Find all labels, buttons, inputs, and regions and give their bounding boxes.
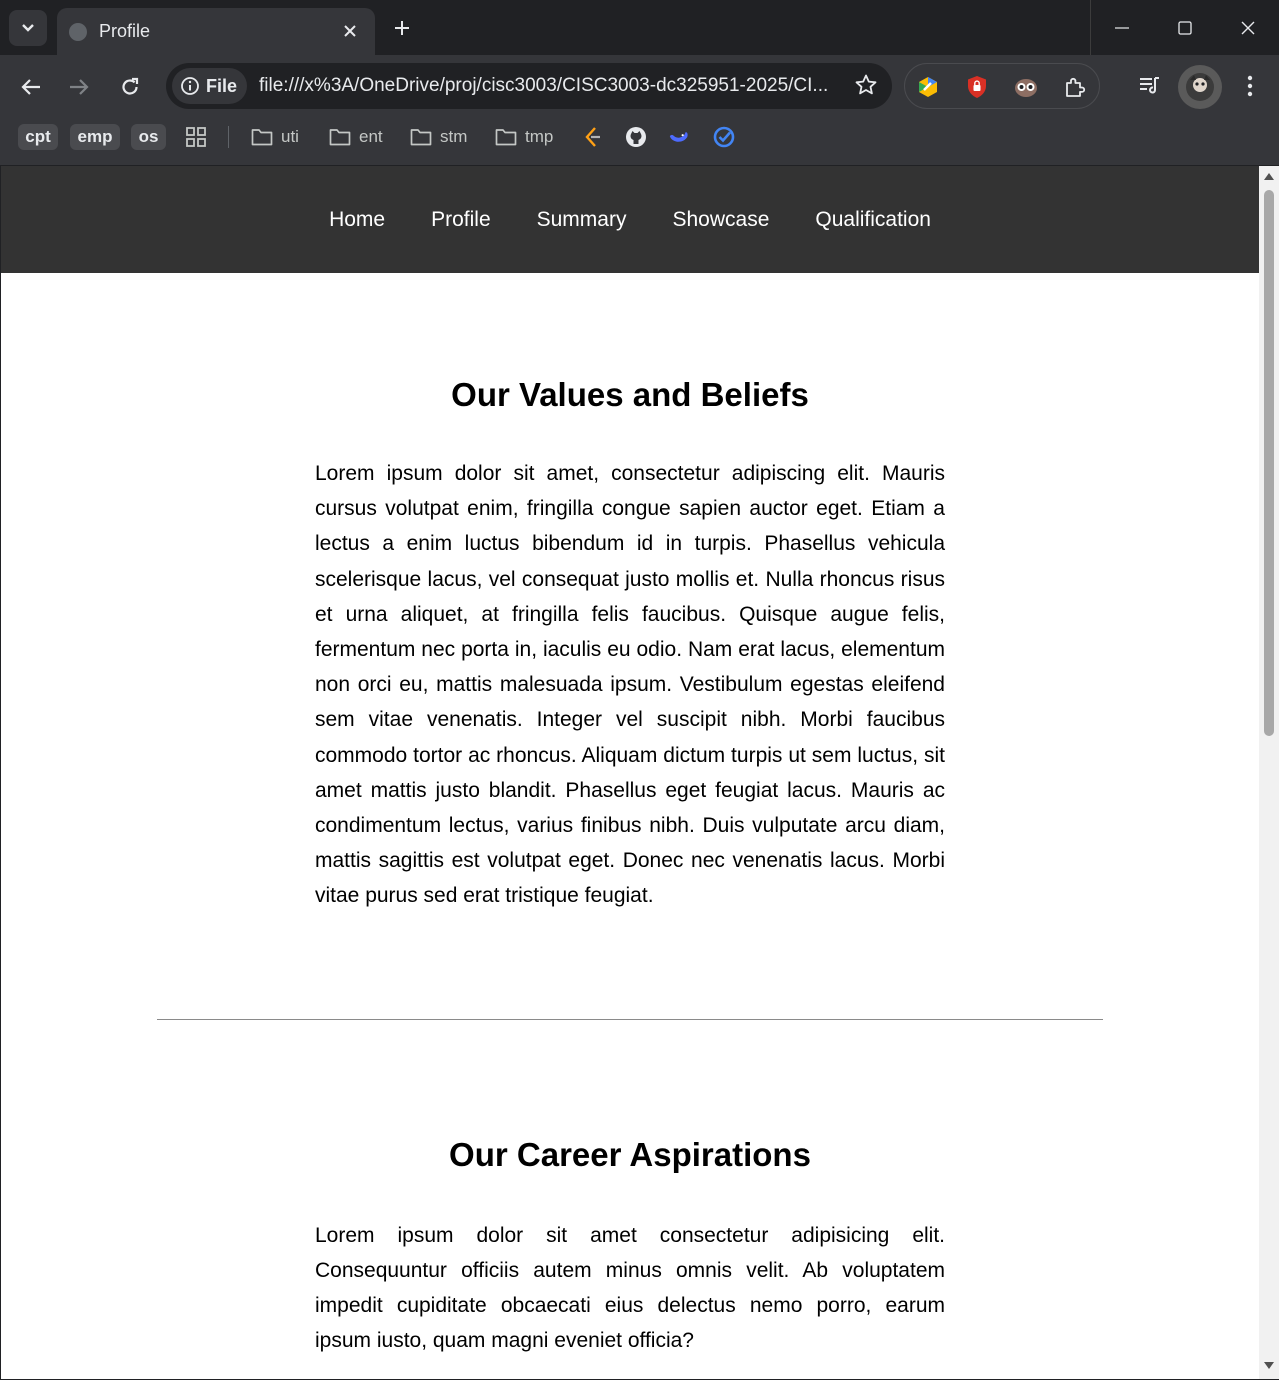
plus-icon xyxy=(395,21,409,35)
bookmark-os[interactable]: os xyxy=(131,124,166,150)
chevron-down-icon xyxy=(22,24,34,32)
extensions-group xyxy=(904,63,1100,109)
scroll-up-arrow-icon[interactable] xyxy=(1263,171,1275,181)
nav-link-qualification[interactable]: Qualification xyxy=(815,208,931,232)
scroll-down-arrow-icon[interactable] xyxy=(1263,1361,1275,1371)
new-tab-button[interactable] xyxy=(385,12,419,44)
back-button[interactable] xyxy=(12,68,50,106)
shield-extension-icon[interactable] xyxy=(965,75,989,99)
bookmarks-separator xyxy=(228,126,229,148)
tab-close-button[interactable] xyxy=(337,18,363,44)
folder-icon xyxy=(410,129,432,146)
arrow-left-icon xyxy=(21,79,40,95)
deepseek-bookmark-icon[interactable] xyxy=(668,126,690,148)
values-section: Our Values and Beliefs Lorem ipsum dolor… xyxy=(315,273,945,914)
window-close-button[interactable] xyxy=(1216,0,1279,55)
forward-button[interactable] xyxy=(60,68,98,106)
media-controls-icon[interactable] xyxy=(1138,74,1162,98)
nav-link-summary[interactable]: Summary xyxy=(537,208,627,232)
page-scrollbar[interactable] xyxy=(1259,166,1279,1380)
address-bar[interactable]: File file:///x%3A/OneDrive/proj/cisc3003… xyxy=(166,63,892,109)
bookmark-folder-label: stm xyxy=(440,127,468,146)
info-icon xyxy=(181,77,199,95)
arrow-right-icon xyxy=(70,79,89,95)
bookmark-folder-ent[interactable]: ent xyxy=(329,124,383,150)
tab-title: Profile xyxy=(99,21,151,41)
close-icon xyxy=(1241,21,1254,34)
bookmark-folder-tmp[interactable]: tmp xyxy=(495,124,553,150)
section-heading: Our Career Aspirations xyxy=(449,1135,811,1173)
minimize-icon xyxy=(1115,26,1129,29)
reload-icon xyxy=(122,77,139,95)
bookmark-cpt[interactable]: cpt xyxy=(18,124,58,150)
nav-link-home[interactable]: Home xyxy=(329,208,385,232)
apps-grid-icon[interactable] xyxy=(185,126,207,148)
maximize-icon xyxy=(1177,20,1192,35)
browser-title-bar: Profile xyxy=(0,0,1279,55)
section-heading: Our Values and Beliefs xyxy=(451,376,809,413)
tab-search-button[interactable] xyxy=(9,10,47,46)
nav-link-profile[interactable]: Profile xyxy=(431,208,491,232)
section-paragraph: Lorem ipsum dolor sit amet consectetur a… xyxy=(315,1223,945,1353)
page-viewport: Home Profile Summary Showcase Qualificat… xyxy=(1,166,1259,1379)
folder-icon xyxy=(495,129,517,146)
browser-toolbar: File file:///x%3A/OneDrive/proj/cisc3003… xyxy=(0,55,1279,118)
bookmark-folder-stm[interactable]: stm xyxy=(410,124,467,150)
globe-icon xyxy=(69,22,87,41)
scrollbar-thumb[interactable] xyxy=(1264,190,1274,736)
leetcode-bookmark-icon[interactable] xyxy=(582,126,604,148)
owl-extension-icon[interactable] xyxy=(1014,75,1038,99)
avatar xyxy=(1186,73,1214,101)
bookmark-folder-label: tmp xyxy=(525,127,554,146)
bookmarks-bar: cpt emp os uti ent stm tmp xyxy=(0,118,1279,165)
section-paragraph: Lorem ipsum dolor sit amet, consectetur … xyxy=(315,462,945,908)
bookmark-folder-label: ent xyxy=(359,127,383,146)
github-bookmark-icon[interactable] xyxy=(625,126,647,148)
minimize-button[interactable] xyxy=(1090,0,1153,55)
nav-link-showcase[interactable]: Showcase xyxy=(672,208,769,232)
browser-tab-profile[interactable]: Profile xyxy=(57,8,375,55)
site-info-label: File xyxy=(206,75,238,96)
site-navigation: Home Profile Summary Showcase Qualificat… xyxy=(1,166,1259,273)
maximize-button[interactable] xyxy=(1153,0,1216,55)
profile-avatar-button[interactable] xyxy=(1178,65,1222,109)
reload-button[interactable] xyxy=(111,68,149,106)
career-section: Our Career Aspirations Lorem ipsum dolor… xyxy=(315,1020,945,1359)
close-icon xyxy=(344,25,356,37)
bookmark-folder-uti[interactable]: uti xyxy=(251,124,299,150)
bookmark-emp[interactable]: emp xyxy=(70,124,120,150)
folder-icon xyxy=(329,129,351,146)
check-badge-bookmark-icon[interactable] xyxy=(713,126,735,148)
color-picker-extension-icon[interactable] xyxy=(916,75,940,99)
star-icon xyxy=(855,74,877,95)
folder-icon xyxy=(251,129,273,146)
menu-kebab-icon[interactable] xyxy=(1238,74,1262,98)
extensions-puzzle-icon[interactable] xyxy=(1063,75,1087,99)
site-info-chip[interactable]: File xyxy=(172,68,248,104)
url-text[interactable]: file:///x%3A/OneDrive/proj/cisc3003/CISC… xyxy=(259,75,839,97)
bookmark-folder-label: uti xyxy=(281,127,299,146)
bookmark-star-button[interactable] xyxy=(854,73,878,102)
